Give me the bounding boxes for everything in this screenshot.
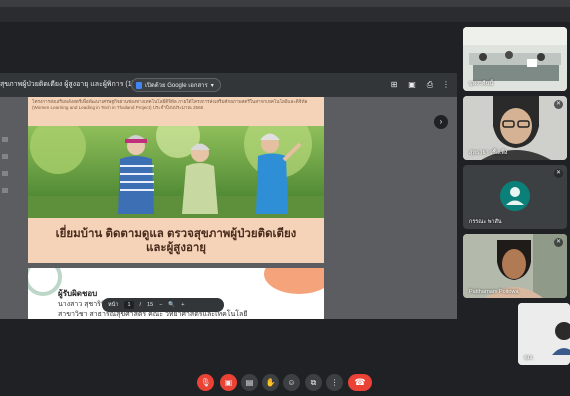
more-options-icon[interactable]: ⋮ — [441, 80, 451, 90]
camera-off-icon: ▣ — [224, 378, 233, 387]
faint-icon — [2, 171, 8, 176]
left-faint-icons — [2, 137, 12, 205]
mic-off-icon: ✕ — [554, 169, 563, 178]
mic-off-icon: ✕ — [554, 238, 563, 247]
faint-icon — [2, 154, 8, 159]
faint-icon — [2, 137, 8, 142]
mic-off-icon: 🎙 — [200, 378, 211, 387]
hand-icon: ✋ — [265, 378, 276, 387]
faint-icon — [2, 188, 8, 193]
decorative-swirl — [28, 268, 62, 296]
page-zoom-bar: หน้า 1 / 15 − 🔍 + — [102, 298, 224, 312]
participant-tile-1[interactable]: บุหงาคืนนี้ — [463, 27, 567, 91]
participant-tile-4[interactable]: ✕ Pattharnam Poitowa — [463, 234, 567, 298]
self-name: คุณ — [524, 355, 533, 361]
participant-name: Pattharnam Poitowa — [469, 289, 519, 295]
end-call-button[interactable]: ☎ — [348, 374, 372, 391]
meeting-stage: สุขภาพผู้ป่วยติดเตียง ผู้สูงอายุ และผู้พ… — [0, 0, 570, 396]
present-screen-icon: ⧉ — [310, 378, 317, 387]
google-docs-icon — [136, 81, 142, 89]
participant-name: สุทธายา เชื้อเพ็ง — [469, 150, 508, 156]
captions-button[interactable]: ▤ — [241, 374, 258, 391]
decorative-blob — [264, 268, 324, 294]
camera-toggle-button[interactable]: ▣ — [220, 374, 237, 391]
mic-toggle-button[interactable]: 🎙 — [197, 374, 214, 391]
zoom-icon: 🔍 — [168, 302, 176, 308]
caption-line-1: เยี่ยมบ้าน ติดตามดูแล ตรวจสุขภาพผู้ป่วยต… — [55, 227, 297, 240]
pdf-toolbar: สุขภาพผู้ป่วยติดเตียง ผู้สูงอายุ และผู้พ… — [0, 73, 457, 97]
participant-name: กรรณะ พาสัน — [469, 219, 502, 225]
captions-icon: ▤ — [245, 378, 254, 387]
next-arrow-icon[interactable]: › — [434, 115, 448, 129]
mic-off-icon: ✕ — [554, 100, 563, 109]
top-band — [0, 0, 570, 7]
present-button[interactable]: ⧉ — [305, 374, 322, 391]
participant-tile-2[interactable]: ✕ สุทธายา เชื้อเพ็ง — [463, 96, 567, 160]
reactions-button[interactable]: ☺ — [283, 374, 300, 391]
pdf-page-1: โครงการส่งเสริมพลังสตรีเพื่อพัฒนาเศรษฐกิ… — [28, 97, 324, 263]
open-with-google-docs-button[interactable]: เปิดด้วย Google เอกสาร ▾ — [131, 78, 221, 92]
more-vert-icon: ⋮ — [330, 378, 339, 387]
comment-icon[interactable]: ▣ — [407, 80, 417, 90]
print-icon[interactable]: ⎙ — [425, 80, 435, 90]
page-separator: / — [139, 302, 142, 308]
zoom-out-button[interactable]: − — [159, 302, 162, 308]
pdf-file-title: สุขภาพผู้ป่วยติดเตียง ผู้สูงอายุ และผู้พ… — [0, 81, 146, 88]
participant-name: บุหงาคืนนี้ — [469, 81, 494, 87]
smiley-icon: ☺ — [287, 378, 296, 387]
person-icon — [506, 187, 524, 205]
top-strip — [0, 0, 570, 22]
raise-hand-button[interactable]: ✋ — [262, 374, 279, 391]
total-pages: 15 — [147, 302, 154, 308]
slide-caption: เยี่ยมบ้าน ติดตามดูแล ตรวจสุขภาพผู้ป่วยต… — [28, 218, 324, 263]
add-to-drive-icon[interactable]: ⊞ — [389, 80, 399, 90]
shared-screen: สุขภาพผู้ป่วยติดเตียง ผู้สูงอายุ และผู้พ… — [0, 73, 457, 319]
avatar — [500, 181, 530, 211]
pdf-document-area[interactable]: โครงการส่งเสริมพลังสตรีเพื่อพัฒนาเศรษฐกิ… — [0, 97, 457, 319]
caption-line-2: และผู้สูงอายุ — [145, 241, 207, 254]
photo-illustration — [28, 126, 324, 218]
participant-tile-3[interactable]: ✕ กรรณะ พาสัน — [463, 165, 567, 229]
call-controls: 🎙 ▣ ▤ ✋ ☺ ⧉ ⋮ ☎ — [0, 370, 570, 396]
chevron-down-icon: ▾ — [210, 82, 214, 89]
self-view-tile[interactable]: คุณ — [518, 303, 570, 365]
phone-hangup-icon: ☎ — [354, 377, 366, 387]
slide-header-text: โครงการส่งเสริมพลังสตรีเพื่อพัฒนาเศรษฐกิ… — [32, 99, 308, 110]
more-options-button[interactable]: ⋮ — [326, 374, 343, 391]
slide-photo-elderly-women — [28, 126, 324, 218]
current-page-input[interactable]: 1 — [124, 301, 134, 309]
open-with-label: เปิดด้วย Google เอกสาร — [145, 83, 208, 89]
page-label: หน้า — [108, 302, 119, 308]
zoom-in-button[interactable]: + — [181, 302, 184, 308]
